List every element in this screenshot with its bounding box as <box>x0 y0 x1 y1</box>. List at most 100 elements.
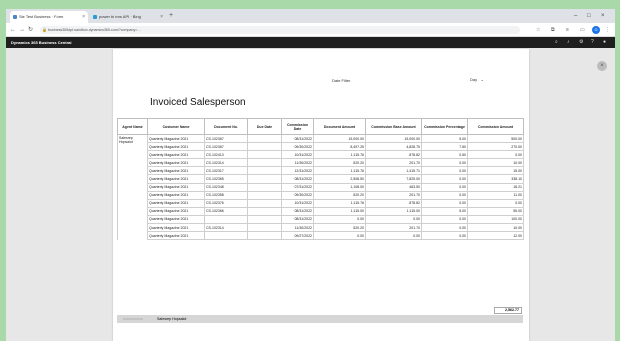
report-page: Date Filter Day ⌄ Invoiced Salesperson A… <box>113 49 529 341</box>
table-row: Salesrep Hopsalot Quarterly Magazine 202… <box>117 133 524 240</box>
split-view-icon[interactable]: ▭ <box>580 26 585 34</box>
chevron-down-icon: ⌄ <box>478 77 484 82</box>
close-tab-icon[interactable]: × <box>82 11 85 23</box>
document-no-cell: CS-102376 <box>204 198 248 208</box>
commission-date-cell: 10/31/2022 <box>281 198 314 208</box>
base-amount-cell: 201.70 <box>365 158 422 168</box>
tab-bar: Sie Test Business · Form × power bi mrs … <box>6 9 615 23</box>
commission-amount-cell: 12.00 <box>467 231 524 241</box>
due-date-cell <box>247 223 282 233</box>
base-amount-cell: 463.50 <box>365 182 422 192</box>
percentage-cell: 0.00 <box>421 166 468 176</box>
reload-icon[interactable]: ↻ <box>28 25 33 35</box>
document-amount-cell: 1,108.00 <box>313 182 366 192</box>
document-amount-cell: 520.20 <box>313 158 366 168</box>
commission-amount-cell: 270.00 <box>467 142 524 152</box>
url-text: business365dpt.sandbox.dynamics365.com/?… <box>48 28 141 32</box>
table-header-row: Agent Name Customer Name Document No. Du… <box>117 118 524 135</box>
commission-date-cell: 11/30/2022 <box>281 158 314 168</box>
user-icon[interactable]: ● <box>603 37 606 48</box>
table-row: Quarterly Magazine 2021 CS-102358 09/30/… <box>118 190 524 200</box>
column-header: Document Amount <box>313 118 366 135</box>
new-tab-icon[interactable]: + <box>169 11 173 21</box>
date-period-select[interactable]: Day ⌄ <box>470 77 484 82</box>
document-no-cell: CS-102317 <box>204 166 248 176</box>
document-no-cell <box>204 214 248 225</box>
document-amount-cell: 1,115.00 <box>313 206 366 216</box>
base-amount-cell: 878.82 <box>365 198 422 208</box>
table-row: Quarterly Magazine 2021 CS-102367 09/30/… <box>118 142 524 152</box>
customer-cell: Quarterly Magazine 2021 <box>147 206 205 216</box>
close-tab-icon[interactable]: × <box>160 11 163 23</box>
table-row: Quarterly Magazine 2021 CS-102413 10/31/… <box>118 150 524 160</box>
maximize-icon[interactable]: □ <box>587 11 591 21</box>
notifications-icon[interactable]: ♪ <box>567 37 570 48</box>
customer-cell: Quarterly Magazine 2021 <box>147 190 205 200</box>
percentage-cell: 0.00 <box>421 231 468 241</box>
browser-window: Sie Test Business · Form × power bi mrs … <box>6 9 615 341</box>
bookmark-star-icon[interactable]: ☆ <box>536 26 540 34</box>
url-field[interactable]: 🔒 business365dpt.sandbox.dynamics365.com… <box>40 26 520 34</box>
back-icon[interactable]: ← <box>10 25 16 35</box>
commission-total: 2,562.77 <box>494 307 522 314</box>
table-row: Quarterly Magazine 2021 CS-102317 12/31/… <box>118 166 524 176</box>
document-no-cell: CS-102413 <box>204 150 248 160</box>
forward-icon[interactable]: → <box>19 25 25 35</box>
tab-label: Sie Test Business · Form <box>19 14 64 19</box>
commission-date-cell: 09/30/2022 <box>281 142 314 152</box>
profile-avatar[interactable]: G <box>592 26 600 34</box>
document-no-cell: CS-102314 <box>204 223 248 233</box>
footer-spacer <box>123 318 143 320</box>
document-amount-cell: 0.00 <box>313 231 366 241</box>
percentage-cell: 5.00 <box>421 206 468 216</box>
table-row: Quarterly Magazine 2021 09/27/2022 0.00 … <box>118 231 524 241</box>
date-period-value: Day <box>470 77 478 82</box>
browser-menu-icon[interactable]: ⋮ <box>605 26 610 34</box>
column-header: Commission Date <box>281 118 314 135</box>
document-no-cell: CS-102348 <box>204 182 248 192</box>
commission-amount-cell: 55.00 <box>467 206 524 216</box>
commission-table: Agent Name Customer Name Document No. Du… <box>117 118 524 241</box>
table-row: Quarterly Magazine 2021 CS-102314 11/30/… <box>118 223 524 233</box>
due-date-cell <box>247 133 282 144</box>
percentage-cell: 0.50 <box>421 150 468 160</box>
search-icon[interactable]: ⌕ <box>555 37 558 48</box>
settings-gear-icon[interactable]: ⚙ <box>579 37 583 48</box>
base-amount-cell: 4,828.75 <box>365 142 422 152</box>
column-header: Agent Name <box>117 118 148 135</box>
percentage-cell: 0.00 <box>421 223 468 233</box>
footer-agent-label: Salesrep Hopsalot <box>157 317 187 321</box>
extensions-icon[interactable]: ⧉ <box>551 26 555 34</box>
percentage-cell: 7.50 <box>421 142 468 152</box>
due-date-cell <box>247 174 282 184</box>
table-row: Quarterly Magazine 2021 08/31/2022 0.00 … <box>118 214 524 225</box>
customer-cell: Quarterly Magazine 2021 <box>147 150 205 160</box>
address-bar-row: ← → ↻ 🔒 business365dpt.sandbox.dynamics3… <box>6 23 615 37</box>
commission-date-cell: 11/30/2022 <box>281 223 314 233</box>
column-header: Commission Percentage <box>421 118 468 135</box>
close-window-icon[interactable]: × <box>601 11 605 21</box>
help-icon[interactable]: ? <box>591 37 594 48</box>
lock-icon: 🔒 <box>42 27 47 32</box>
commission-date-cell: 12/31/2022 <box>281 166 314 176</box>
minimize-icon[interactable]: – <box>574 11 577 21</box>
date-filter: Date Filter <box>332 78 362 83</box>
commission-date-cell: 10/31/2022 <box>281 150 314 160</box>
date-filter-label: Date Filter <box>332 78 351 83</box>
browser-tab-bing[interactable]: power bi mrs API · Bing × <box>90 11 166 23</box>
reading-list-icon[interactable]: ≡ <box>566 26 569 34</box>
due-date-cell <box>247 182 282 192</box>
document-amount-cell: 520.20 <box>313 223 366 233</box>
tab-favicon-icon <box>13 15 17 19</box>
app-header: Dynamics 365 Business Central ⌕ ♪ ⚙ ? ● <box>6 37 615 48</box>
close-preview-icon[interactable]: × <box>597 61 607 71</box>
table-row: Quarterly Magazine 2021 CS-102366 08/31/… <box>118 206 524 216</box>
tab-favicon-icon <box>93 15 97 19</box>
due-date-cell <box>247 190 282 200</box>
tab-label: power bi mrs API · Bing <box>99 14 141 19</box>
table-row: Quarterly Magazine 2021 CS-102314 11/30/… <box>118 158 524 168</box>
base-amount-cell: 201.70 <box>365 190 422 200</box>
due-date-cell <box>247 214 282 225</box>
base-amount-cell: 201.70 <box>365 223 422 233</box>
browser-tab-business-central[interactable]: Sie Test Business · Form × <box>10 11 88 23</box>
